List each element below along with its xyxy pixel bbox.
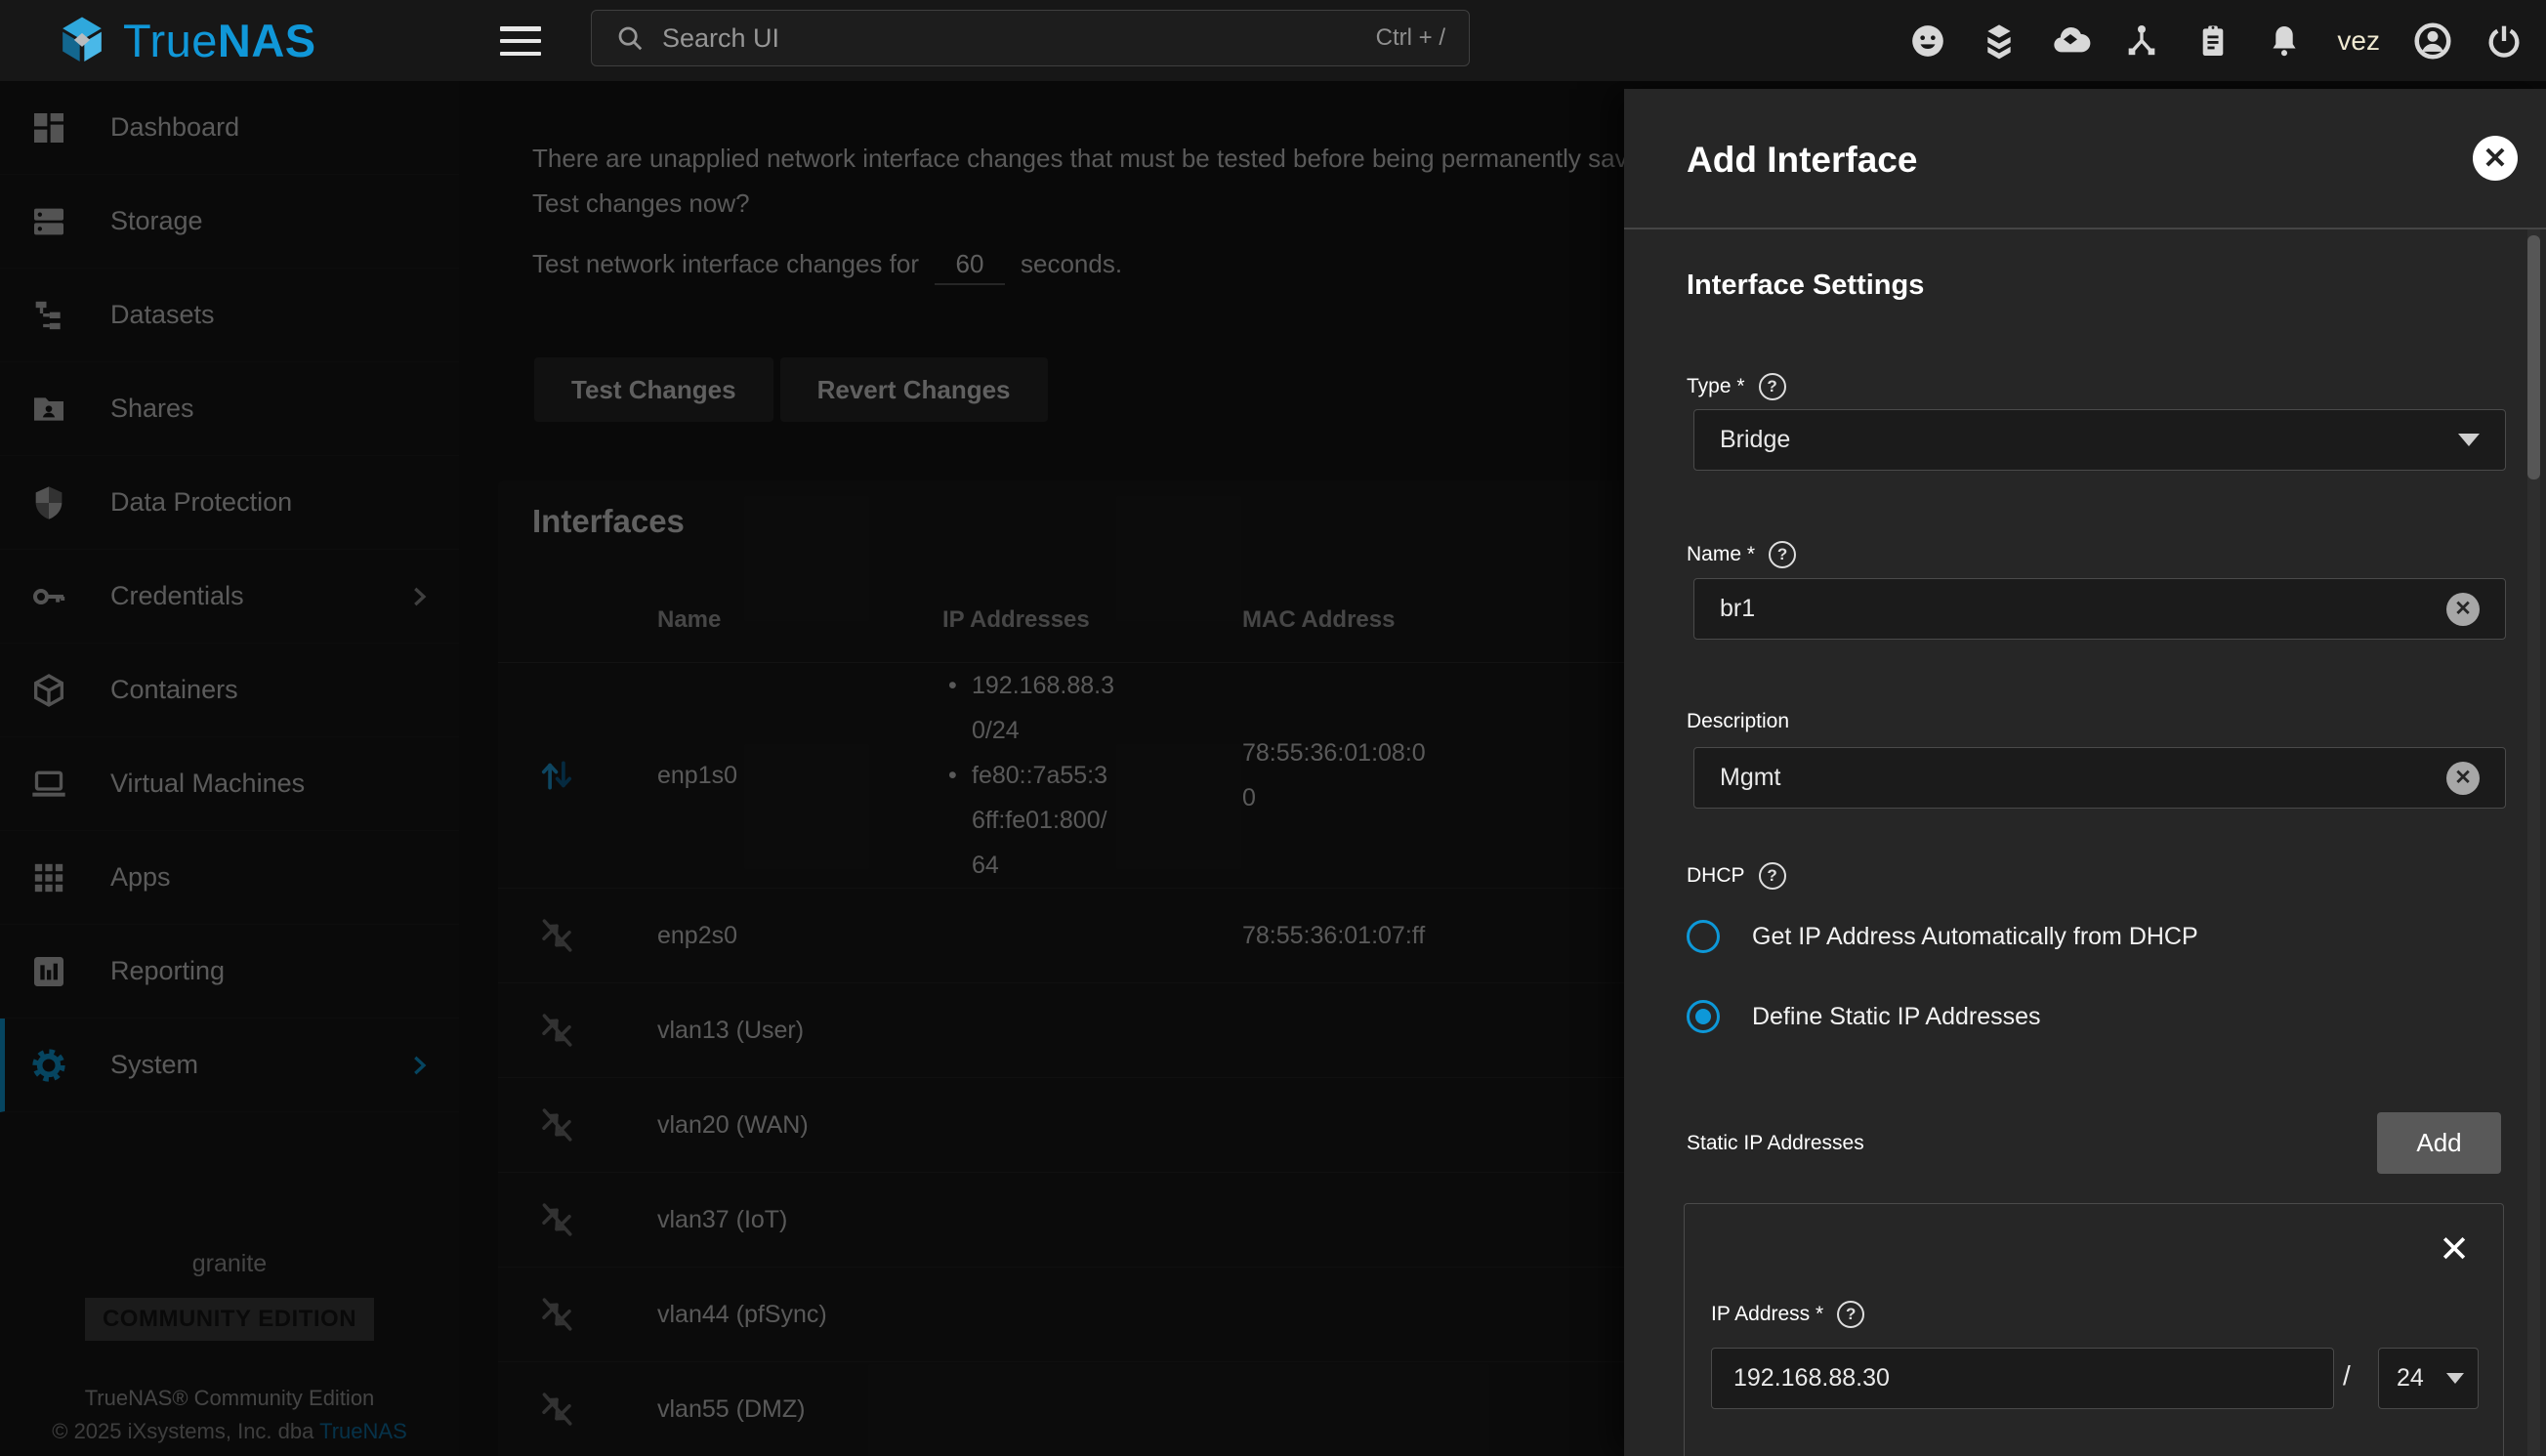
type-field-label: Type *	[1687, 373, 1786, 400]
ip-address-input[interactable]: 192.168.88.30	[1711, 1348, 2334, 1409]
search-shortcut: Ctrl + /	[1376, 24, 1445, 52]
cloud-sync-icon[interactable]	[2050, 21, 2091, 62]
radio-dhcp-option[interactable]: Get IP Address Automatically from DHCP	[1687, 920, 2198, 953]
search-icon	[615, 23, 645, 53]
panel-title: Add Interface	[1687, 140, 1917, 181]
panel-header-divider	[1624, 228, 2546, 229]
netmask-select[interactable]: 24	[2378, 1348, 2479, 1409]
search-placeholder: Search UI	[662, 23, 1376, 54]
menu-toggle-icon[interactable]	[500, 26, 541, 56]
hostname-indicator[interactable]: vez	[2335, 25, 2382, 57]
power-icon[interactable]	[2483, 21, 2525, 62]
search-input[interactable]: Search UI Ctrl + /	[591, 10, 1470, 66]
add-interface-panel: Add Interface ✕ Interface Settings Type …	[1624, 89, 2546, 1456]
description-input[interactable]: Mgmt ✕	[1693, 747, 2506, 809]
dropdown-arrow-icon	[2458, 434, 2480, 446]
type-select[interactable]: Bridge	[1693, 409, 2506, 471]
help-icon[interactable]	[1759, 862, 1786, 890]
add-static-ip-button[interactable]: Add	[2377, 1112, 2501, 1174]
help-icon[interactable]	[1769, 541, 1796, 568]
help-icon[interactable]	[1759, 373, 1786, 400]
truenas-logo[interactable]: TrueNAS	[55, 0, 316, 81]
tasks-icon[interactable]	[2192, 21, 2233, 62]
clear-input-icon[interactable]: ✕	[2446, 762, 2480, 795]
name-field-label: Name *	[1687, 541, 1796, 568]
static-ips-label: Static IP Addresses	[1687, 1132, 1864, 1155]
topbar-icons: vez	[1907, 0, 2525, 81]
jobs-icon[interactable]	[2121, 21, 2162, 62]
remove-entry-icon[interactable]: ✕	[2437, 1233, 2472, 1269]
dropdown-arrow-icon	[2446, 1373, 2464, 1384]
clear-input-icon[interactable]: ✕	[2446, 593, 2480, 626]
name-input[interactable]: br1 ✕	[1693, 578, 2506, 640]
scrollbar-thumb[interactable]	[2527, 235, 2540, 479]
truecommand-icon[interactable]	[1979, 21, 2020, 62]
feedback-icon[interactable]	[1907, 21, 1948, 62]
radio-static-option[interactable]: Define Static IP Addresses	[1687, 1000, 2041, 1033]
top-bar: TrueNAS Search UI Ctrl + / vez	[0, 0, 2546, 81]
alerts-bell-icon[interactable]	[2264, 21, 2305, 62]
cidr-separator: /	[2343, 1360, 2351, 1392]
section-title: Interface Settings	[1687, 270, 1924, 302]
help-icon[interactable]	[1837, 1301, 1864, 1328]
truenas-logo-icon	[55, 14, 109, 68]
ip-address-label: IP Address *	[1711, 1301, 1864, 1328]
dhcp-field-label: DHCP	[1687, 862, 1786, 890]
radio-unselected-icon	[1687, 920, 1720, 953]
static-ip-entry-card: ✕ IP Address * 192.168.88.30 / 24	[1684, 1203, 2504, 1456]
close-icon[interactable]: ✕	[2473, 136, 2518, 181]
truenas-logo-text: TrueNAS	[123, 14, 316, 67]
description-field-label: Description	[1687, 710, 1789, 733]
user-avatar-icon[interactable]	[2412, 21, 2453, 62]
panel-scrollbar[interactable]	[2527, 229, 2540, 1456]
radio-selected-icon	[1687, 1000, 1720, 1033]
